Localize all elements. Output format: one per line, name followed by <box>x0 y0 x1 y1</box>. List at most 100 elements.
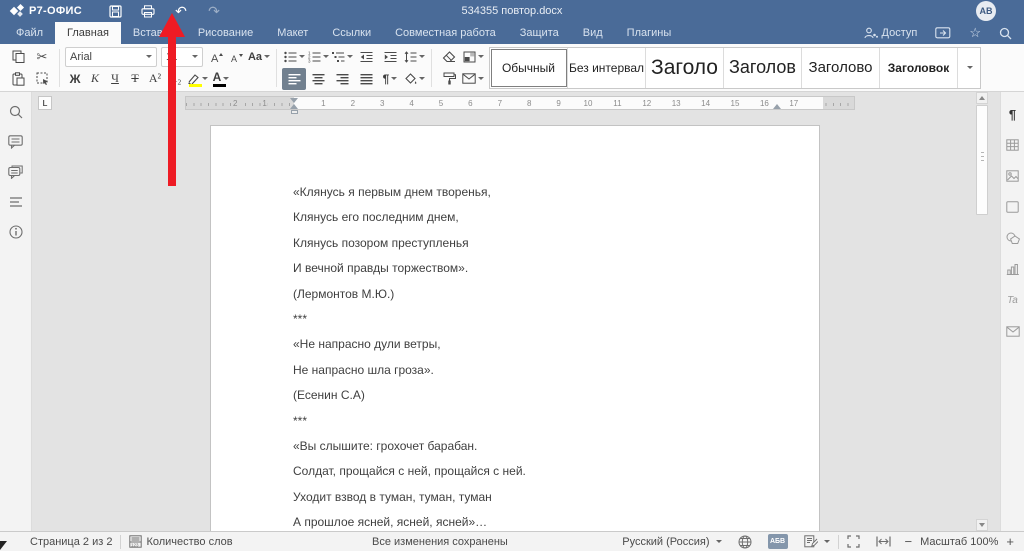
first-line-indent-marker[interactable] <box>290 98 298 103</box>
tab-файл[interactable]: Файл <box>4 22 55 44</box>
align-left-button[interactable] <box>282 68 306 90</box>
chat-panel-button[interactable] <box>8 164 24 180</box>
cut-button[interactable]: ✂ <box>30 46 54 68</box>
header-footer-settings-button[interactable] <box>1005 199 1021 215</box>
multilevel-list-button[interactable] <box>330 46 354 68</box>
paragraph[interactable]: Не напрасно шла гроза». <box>293 364 759 376</box>
paragraph[interactable]: Уходит взвод в туман, туман, туман <box>293 491 759 503</box>
share-access-button[interactable]: Доступ <box>864 27 918 39</box>
spell-check-button[interactable]: АБВ <box>760 532 796 551</box>
tab-главная[interactable]: Главная <box>55 22 121 44</box>
open-file-location-button[interactable] <box>935 27 951 39</box>
paragraph[interactable]: (Есенин С.А) <box>293 389 759 401</box>
tab-stop-selector[interactable]: L <box>38 96 52 110</box>
paragraph[interactable]: Клянусь его последним днем, <box>293 211 759 223</box>
paragraph[interactable]: И вечной правды торжеством». <box>293 262 759 274</box>
clear-style-button[interactable] <box>437 46 461 68</box>
style-preview[interactable]: Заголовок <box>880 48 958 88</box>
tab-вставка[interactable]: Вставка <box>121 22 186 44</box>
bullet-list-button[interactable] <box>282 46 306 68</box>
navigation-panel-button[interactable] <box>8 194 24 210</box>
styles-gallery-expand-button[interactable] <box>958 48 980 88</box>
align-center-button[interactable] <box>306 68 330 90</box>
about-panel-button[interactable] <box>8 224 24 240</box>
hanging-indent-marker[interactable] <box>290 104 298 109</box>
increase-indent-button[interactable] <box>378 46 402 68</box>
mail-merge-settings-button[interactable] <box>1005 323 1021 339</box>
paragraph[interactable]: «Вы слышите: грохочет барабан. <box>293 440 759 452</box>
document-language-button[interactable] <box>730 532 760 551</box>
tab-вид[interactable]: Вид <box>571 22 615 44</box>
highlight-color-button[interactable] <box>185 68 209 90</box>
zoom-level-label[interactable]: Масштаб 100% <box>920 536 998 548</box>
horizontal-ruler[interactable]: 121234567891011121314151617 <box>185 96 855 110</box>
image-settings-button[interactable] <box>1005 168 1021 184</box>
font-name-select[interactable]: Arial <box>65 47 157 67</box>
document-text[interactable]: «Клянусь я первым днем творенья, Клянусь … <box>211 126 819 528</box>
superscript-button[interactable]: A² <box>145 68 165 90</box>
copy-button[interactable] <box>6 46 30 68</box>
chart-settings-button[interactable] <box>1005 261 1021 277</box>
paragraph-shading-button[interactable] <box>402 68 426 90</box>
style-preview[interactable]: Без интервал <box>568 48 646 88</box>
decrease-font-size-button[interactable]: A <box>227 46 247 68</box>
tab-плагины[interactable]: Плагины <box>615 22 684 44</box>
align-justify-button[interactable] <box>354 68 378 90</box>
paragraph-settings-button[interactable]: ¶ <box>1005 106 1021 122</box>
style-preview[interactable]: Заголов <box>724 48 802 88</box>
italic-button[interactable]: К <box>85 68 105 90</box>
tab-ссылки[interactable]: Ссылки <box>320 22 383 44</box>
language-selector[interactable]: Русский (Россия) <box>614 532 729 551</box>
copy-style-button[interactable] <box>437 68 461 90</box>
tab-рисование[interactable]: Рисование <box>186 22 265 44</box>
comments-panel-button[interactable] <box>8 134 24 150</box>
mail-merge-button[interactable] <box>461 68 485 90</box>
favorite-button[interactable]: ☆ <box>969 25 981 41</box>
word-count-button[interactable]: 123 Количество слов <box>121 532 240 551</box>
table-settings-button[interactable] <box>1005 137 1021 153</box>
left-indent-marker[interactable] <box>291 110 298 114</box>
vertical-scrollbar[interactable] <box>976 92 988 531</box>
shading-color-button[interactable] <box>461 46 485 68</box>
tab-защита[interactable]: Защита <box>508 22 571 44</box>
scrollbar-thumb[interactable] <box>976 105 988 215</box>
paragraph[interactable]: Клянусь позором преступленья <box>293 237 759 249</box>
paragraph[interactable]: Солдат, прощайся с ней, прощайся с ней. <box>293 465 759 477</box>
save-button[interactable] <box>106 2 124 20</box>
font-color-button[interactable]: A <box>209 68 233 90</box>
underline-button[interactable]: Ч <box>105 68 125 90</box>
paragraph[interactable]: (Лермонтов М.Ю.) <box>293 288 759 300</box>
paragraph[interactable]: «Не напрасно дули ветры, <box>293 338 759 350</box>
align-right-button[interactable] <box>330 68 354 90</box>
subscript-button[interactable]: A₂ <box>165 68 185 90</box>
select-all-button[interactable] <box>30 68 54 90</box>
redo-button[interactable]: ↷ <box>205 2 223 20</box>
fit-width-button[interactable] <box>868 532 899 551</box>
scroll-down-button[interactable] <box>976 519 988 531</box>
fit-page-button[interactable] <box>839 532 868 551</box>
paste-button[interactable] <box>6 68 30 90</box>
tab-макет[interactable]: Макет <box>265 22 320 44</box>
strikethrough-button[interactable]: Т <box>125 68 145 90</box>
search-panel-button[interactable] <box>8 104 24 120</box>
paragraph[interactable]: «Клянусь я первым днем творенья, <box>293 186 759 198</box>
paragraph[interactable]: А прошлое ясней, ясней, ясней»… <box>293 516 759 528</box>
style-preview[interactable]: Заголо <box>646 48 724 88</box>
scroll-up-button[interactable] <box>976 92 988 104</box>
tab-совместная-работа[interactable]: Совместная работа <box>383 22 508 44</box>
paragraph[interactable]: *** <box>293 313 759 325</box>
font-size-select[interactable]: 11 <box>161 47 203 67</box>
zoom-out-button[interactable]: − <box>905 535 913 548</box>
search-button[interactable] <box>999 27 1012 40</box>
increase-font-size-button[interactable]: A <box>207 46 227 68</box>
nonprinting-characters-button[interactable]: ¶ <box>378 68 402 90</box>
undo-button[interactable]: ↶ <box>172 2 190 20</box>
page-number-indicator[interactable]: Страница 2 из 2 <box>0 532 120 551</box>
decrease-indent-button[interactable] <box>354 46 378 68</box>
zoom-in-button[interactable]: + <box>1006 535 1014 548</box>
style-preview[interactable]: Обычный <box>490 48 568 88</box>
right-indent-marker[interactable] <box>773 104 781 109</box>
numbered-list-button[interactable]: 123 <box>306 46 330 68</box>
text-art-settings-button[interactable]: Ta <box>1005 292 1021 308</box>
bold-button[interactable]: Ж <box>65 68 85 90</box>
